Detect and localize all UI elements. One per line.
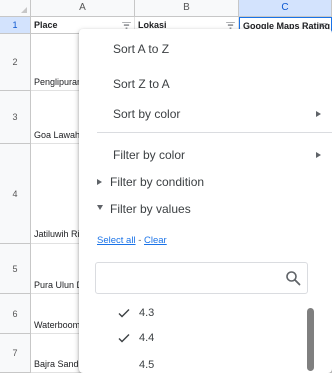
filter-icon[interactable] [226,22,235,29]
value-label: 4.4 [139,332,155,344]
link-separator: - [135,235,145,246]
sort-a-to-z-item[interactable]: Sort A to Z [113,42,169,56]
chevron-right-icon [316,152,321,158]
check-icon [118,309,130,318]
search-icon[interactable] [285,270,301,286]
chevron-right-icon [316,111,321,117]
values-search-input[interactable] [102,269,272,287]
clear-link[interactable]: Clear [144,235,167,246]
column-header-c[interactable]: C [239,0,332,17]
filter-by-color-item[interactable]: Filter by color [113,148,185,162]
row-header-3[interactable]: 3 [0,91,31,144]
row-header-2[interactable]: 2 [0,34,31,91]
row-header-4[interactable]: 4 [0,144,31,244]
row-header-6[interactable]: 6 [0,294,31,334]
sort-z-to-a-item[interactable]: Sort Z to A [113,77,170,91]
select-all-link[interactable]: Select all [97,235,136,246]
row-header-5[interactable]: 5 [0,244,31,294]
filter-menu: Sort A to Z Sort Z to A Sort by color Fi… [79,29,332,373]
column-header-a[interactable]: A [31,0,135,17]
value-label: 4.3 [139,307,155,319]
check-icon [118,334,130,343]
sort-by-color-item[interactable]: Sort by color [113,107,180,121]
select-all-corner[interactable] [0,0,31,17]
menu-divider [97,132,332,133]
select-links: Select all - Clear [97,235,167,246]
values-scrollbar[interactable] [307,308,314,371]
row-header-7[interactable]: 7 [0,334,31,373]
values-search-box[interactable] [95,262,308,294]
row-header-1[interactable]: 1 [0,17,31,34]
value-label: 4.5 [139,359,155,371]
filter-by-condition-item[interactable]: Filter by condition [110,175,204,189]
collapse-down-icon[interactable] [97,205,103,210]
filter-by-values-item[interactable]: Filter by values [110,202,191,216]
filter-icon[interactable] [122,22,131,29]
expand-right-icon[interactable] [97,179,102,185]
column-header-b[interactable]: B [135,0,239,17]
header-place-label: Place [34,20,58,30]
